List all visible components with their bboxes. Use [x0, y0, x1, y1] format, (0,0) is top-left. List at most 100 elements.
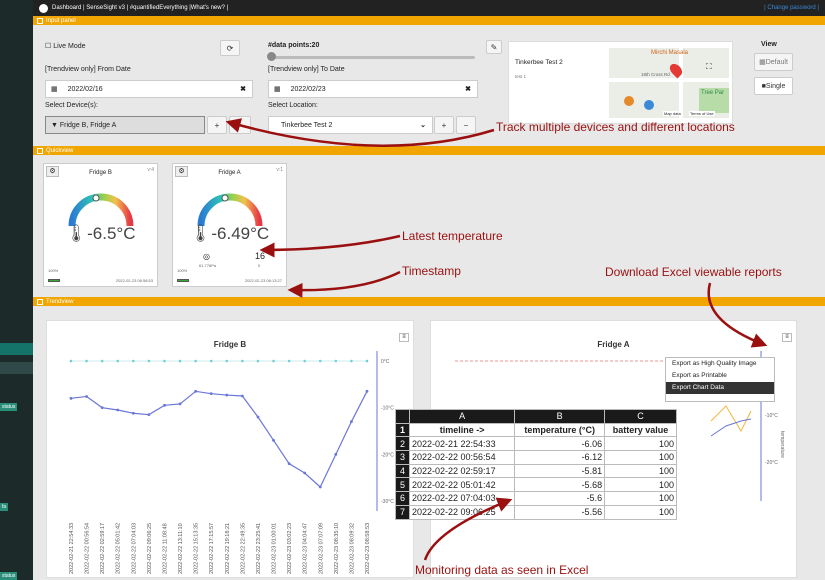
devices-select[interactable]: ▼ Fridge B, Fridge A: [45, 116, 205, 134]
pencil-icon: ✎: [490, 42, 498, 52]
x-tick-label: 2022-02-22 22:49:35: [240, 523, 246, 574]
x-tick-label: 2022-02-22 05:01:42: [116, 523, 122, 574]
calendar-icon: ▦: [51, 86, 58, 93]
map-label[interactable]: Terms of Use: [689, 111, 715, 116]
battery-icon: [177, 279, 189, 282]
data-point: [334, 452, 338, 456]
export-menu: Export as High Quality Image Export as P…: [665, 357, 775, 402]
data-point: [303, 471, 307, 475]
excel-cell: -6.12: [514, 450, 606, 465]
change-password-link[interactable]: | Change password |: [764, 5, 819, 11]
data-point: [85, 395, 88, 398]
device-temperature: 🌡-6.5°C: [44, 224, 157, 244]
export-image-item[interactable]: Export as High Quality Image: [666, 358, 774, 370]
collapse-icon: [37, 147, 43, 154]
device-card[interactable]: ⚙ v:1 Fridge A 🌡-6.49°C ◎ 16 61.776Pa 0 …: [172, 163, 287, 287]
y-tick-label: -20°C: [765, 460, 778, 466]
data-point: [318, 485, 322, 489]
fa-tag: fa: [0, 503, 9, 511]
thermometer-icon: 🌡: [65, 224, 88, 243]
clear-icon[interactable]: ✖: [240, 85, 246, 93]
location-label: Select Location:: [268, 102, 318, 109]
excel-row-number: 5: [395, 477, 410, 493]
location-select[interactable]: Tinkerbee Test 2 ⌄: [268, 116, 433, 134]
excel-row-number: 3: [395, 450, 410, 465]
data-points-slider[interactable]: [270, 56, 475, 59]
from-date-field[interactable]: ▦ 2022/02/16 ✖: [45, 80, 253, 98]
quickview-header[interactable]: Quickview: [33, 146, 825, 155]
view-single-button[interactable]: ■ Single: [754, 77, 793, 95]
location-card-sub: test 1: [515, 74, 527, 79]
calendar-icon: ▦: [274, 86, 281, 93]
y-tick-label: -20°C: [381, 452, 394, 458]
add-location-button[interactable]: +: [434, 116, 454, 134]
y-tick-label: 0°C: [381, 359, 390, 365]
collapse-icon: [37, 298, 43, 305]
slider-handle[interactable]: [267, 52, 276, 61]
excel-row: 5 2022-02-22 05:01:42 -5.68 100: [395, 477, 677, 493]
map-poi-icon: [624, 96, 634, 106]
data-point: [100, 406, 104, 410]
pressure-value: 61.776Pa: [199, 263, 217, 268]
export-data-item[interactable]: Export Chart Data: [666, 382, 774, 394]
device-card[interactable]: ⚙ v:4 Fridge B 🌡-6.5°C 100% 2022-02-23 0…: [43, 163, 158, 287]
annotation-latest: Latest temperature: [402, 229, 503, 243]
excel-cell: 100: [604, 450, 677, 465]
x-tick-label: 2022-02-21 22:54:33: [69, 523, 75, 574]
excel-preview: A B C 1 timeline -> temperature (°C) bat…: [395, 409, 677, 520]
excel-col-header: A: [408, 409, 516, 424]
excel-row: 2 2022-02-21 22:54:33 -6.06 100: [395, 436, 677, 452]
edit-location-button[interactable]: ✎: [486, 40, 502, 54]
chevron-down-icon: ⌄: [420, 122, 426, 129]
excel-col-header: B: [514, 409, 606, 424]
view-default-button[interactable]: ▦ Default: [754, 53, 793, 71]
location-card: Tinkerbee Test 2 test 1 Mirchi Masala 18…: [508, 41, 733, 124]
annotation-track: Track multiple devices and different loc…: [496, 120, 735, 134]
location-map[interactable]: Mirchi Masala 18th Cross Rd Tree Par ⛶ M…: [609, 48, 729, 118]
x-tick-label: 2022-02-22 23:25:41: [256, 523, 262, 574]
x-tick-label: 2022-02-23 04:04:47: [303, 523, 309, 574]
chart-plot: 0°C-10°C-20°C-30°Ctemperature2022-02-21 …: [69, 351, 401, 574]
device-temperature: 🌡-6.49°C: [173, 224, 286, 244]
fullscreen-icon[interactable]: ⛶: [706, 62, 712, 72]
live-mode-checkbox[interactable]: ☐ Live Mode: [45, 42, 86, 50]
y-tick-label: -30°C: [381, 499, 394, 505]
excel-cell: -5.68: [514, 477, 606, 493]
collapse-icon: [37, 17, 43, 24]
add-device-button[interactable]: +: [207, 116, 227, 134]
data-points-label: #data points:20: [268, 42, 320, 49]
refresh-button[interactable]: ⟳: [220, 40, 240, 56]
map-label[interactable]: Map data: [663, 111, 682, 116]
location-card-name: Tinkerbee Test 2: [515, 59, 563, 66]
x-tick-label: 2022-02-23 08:58:53: [365, 523, 371, 574]
excel-row-number: 2: [395, 436, 410, 452]
excel-row-number: 7: [395, 504, 410, 520]
device-timestamp: 2022-02-23 06:58:53: [115, 278, 153, 283]
top-bar: Dashboard | SenseSight v3 | #quantifiedE…: [33, 0, 825, 16]
status-tag: status: [0, 572, 18, 580]
export-printable-item[interactable]: Export as Printable: [666, 370, 774, 382]
temperature-value: -6.49°C: [211, 224, 270, 243]
input-panel-header[interactable]: Input panel: [33, 16, 825, 25]
refresh-icon: ⟳: [226, 43, 234, 53]
app-title[interactable]: Dashboard | SenseSight v3 | #quantifiedE…: [52, 5, 228, 11]
x-tick-label: 2022-02-22 19:18:21: [225, 523, 231, 574]
x-tick-label: 2022-02-23 08:35:10: [334, 523, 340, 574]
excel-cell: battery value: [604, 422, 677, 438]
excel-cell: 2022-02-22 05:01:42: [408, 477, 516, 493]
trendview-header[interactable]: Trendview: [33, 297, 825, 306]
view-single-label: Single: [765, 82, 786, 90]
remove-device-button[interactable]: −: [229, 116, 251, 134]
data-point: [69, 396, 73, 400]
remove-location-button[interactable]: −: [456, 116, 476, 134]
excel-cell: 2022-02-22 07:04:03: [408, 491, 516, 506]
excel-cell: -5.56: [514, 504, 606, 520]
from-date-value: 2022/02/16: [67, 85, 103, 93]
clear-icon[interactable]: ✖: [465, 85, 471, 93]
battery-label: 100%: [48, 268, 59, 273]
x-tick-label: 2022-02-22 02:59:17: [100, 523, 106, 574]
excel-corner: [395, 409, 410, 424]
x-tick-label: 2022-02-22 17:15:57: [209, 523, 215, 574]
to-date-field[interactable]: ▦ 2022/02/23 ✖: [268, 80, 478, 98]
map-road: [609, 78, 729, 82]
